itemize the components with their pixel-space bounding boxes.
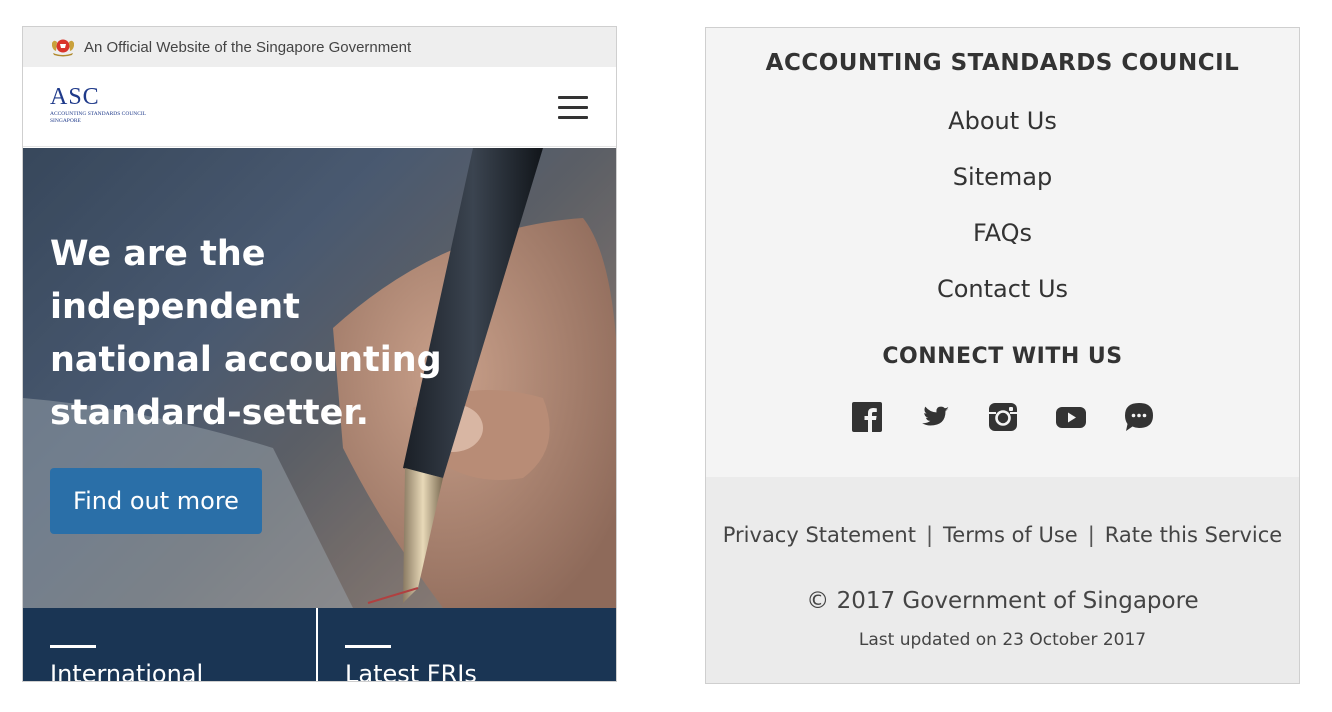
instagram-icon[interactable]: [987, 401, 1019, 433]
footer-main: ACCOUNTING STANDARDS COUNCIL About Us Si…: [706, 28, 1299, 477]
hamburger-menu-icon[interactable]: [558, 96, 590, 120]
twitter-icon[interactable]: [919, 401, 951, 433]
footer-link-faqs[interactable]: FAQs: [706, 216, 1299, 272]
footer-heading: ACCOUNTING STANDARDS COUNCIL: [765, 50, 1240, 76]
footer-link-sitemap[interactable]: Sitemap: [706, 160, 1299, 216]
tile-rule: [50, 645, 96, 648]
tile-title: International: [50, 660, 204, 682]
hero-banner: We are the independent national accounti…: [23, 148, 616, 608]
footer-links: About Us Sitemap FAQs Contact Us: [706, 104, 1299, 328]
facebook-icon[interactable]: [851, 401, 883, 433]
rate-this-service-link[interactable]: Rate this Service: [1105, 523, 1282, 547]
mobile-footer-screen: ACCOUNTING STANDARDS COUNCIL About Us Si…: [705, 27, 1300, 684]
tile-international[interactable]: International: [23, 608, 318, 682]
footer-legal: Privacy Statement | Terms of Use | Rate this…: [706, 477, 1299, 683]
social-links: [706, 401, 1299, 433]
asc-logo[interactable]: ASC ACCOUNTING STANDARDS COUNCIL SINGAPO…: [50, 85, 200, 125]
terms-of-use-link[interactable]: Terms of Use: [943, 523, 1078, 547]
legal-separator: |: [1087, 523, 1095, 547]
government-banner-text: An Official Website of the Singapore Gov…: [84, 38, 412, 56]
footer-link-about-us[interactable]: About Us: [706, 104, 1299, 160]
privacy-statement-link[interactable]: Privacy Statement: [723, 523, 916, 547]
connect-heading: CONNECT WITH US: [882, 344, 1123, 369]
feature-tiles: International Latest FRIs: [23, 608, 616, 682]
find-out-more-button[interactable]: Find out more: [50, 468, 262, 534]
hero-title: We are the independent national accounti…: [50, 234, 442, 433]
legal-links: Privacy Statement | Terms of Use | Rate this…: [706, 523, 1299, 547]
site-header: ASC ACCOUNTING STANDARDS COUNCIL SINGAPO…: [23, 67, 616, 147]
mobile-home-screen: An Official Website of the Singapore Gov…: [22, 26, 617, 682]
logo-mark: ASC: [50, 84, 100, 110]
tile-title: Latest FRIs: [345, 660, 477, 682]
copyright-text: © 2017 Government of Singapore: [806, 588, 1199, 614]
logo-subtitle: ACCOUNTING STANDARDS COUNCIL SINGAPORE: [50, 111, 147, 124]
tile-rule: [345, 645, 391, 648]
legal-separator: |: [925, 523, 934, 547]
footer-link-contact-us[interactable]: Contact Us: [706, 272, 1299, 328]
youtube-icon[interactable]: [1055, 401, 1087, 433]
government-banner: An Official Website of the Singapore Gov…: [23, 27, 616, 67]
chat-icon[interactable]: [1123, 401, 1155, 433]
last-updated-text: Last updated on 23 October 2017: [858, 630, 1147, 650]
singapore-crest-icon: [52, 39, 74, 57]
tile-latest-fris[interactable]: Latest FRIs: [318, 608, 616, 682]
